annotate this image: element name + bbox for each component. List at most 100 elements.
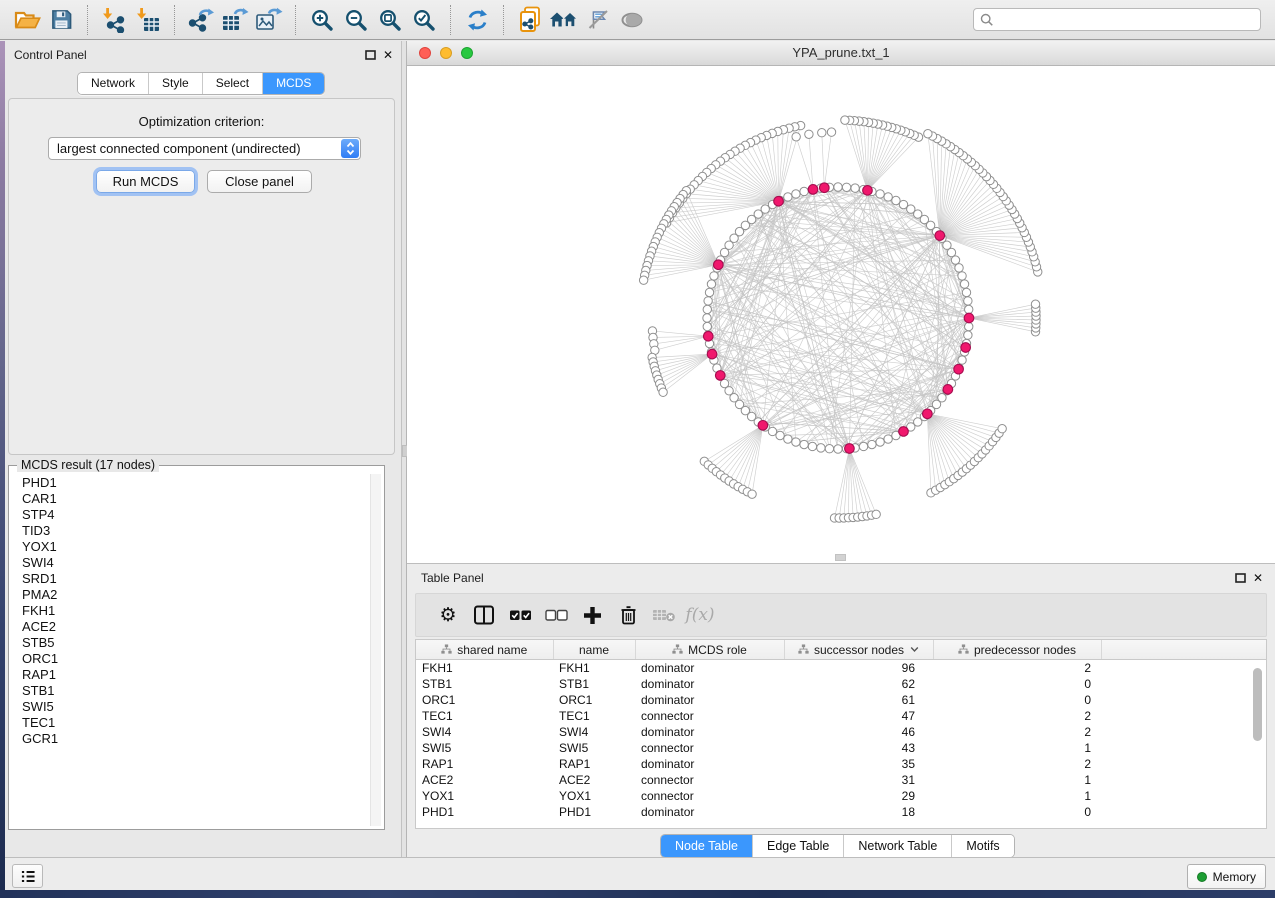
tab-edge-table[interactable]: Edge Table [753,835,844,857]
mcds-result-item[interactable]: STB5 [22,635,370,651]
save-icon[interactable] [44,4,78,36]
table-row[interactable]: TEC1TEC1connector472 [416,708,1267,724]
network-window-titlebar[interactable]: YPA_prune.txt_1 [407,41,1275,66]
settings-icon[interactable]: ⚙ [430,597,466,633]
zoom-selected-icon[interactable] [407,4,441,36]
tab-network-table[interactable]: Network Table [844,835,952,857]
show-hidden-icon[interactable] [615,4,649,36]
mcds-result-item[interactable]: PHD1 [22,475,370,491]
network-snapshot-icon[interactable] [513,4,547,36]
table-cell: SWI5 [416,740,553,756]
list-icon [19,869,37,884]
column-header-predecessor-nodes[interactable]: predecessor nodes [933,640,1101,660]
table-cell: RAP1 [416,756,553,772]
refresh-icon[interactable] [460,4,494,36]
network-canvas[interactable] [407,66,1275,563]
task-history-button[interactable] [12,864,43,888]
mcds-result-item[interactable]: CAR1 [22,491,370,507]
tab-node-table[interactable]: Node Table [661,835,753,857]
toolbar-separator [87,5,88,35]
memory-label: Memory [1213,870,1256,884]
table-cell-filler [1101,660,1267,677]
deselect-all-icon[interactable] [538,597,574,633]
memory-button[interactable]: Memory [1187,864,1266,889]
search-box[interactable] [973,8,1261,31]
table-row[interactable]: ACE2ACE2connector311 [416,772,1267,788]
float-panel-button[interactable] [1233,571,1247,584]
tab-select[interactable]: Select [203,73,263,94]
mcds-result-item[interactable]: PMA2 [22,587,370,603]
export-network-icon[interactable] [184,4,218,36]
table-cell: 96 [784,660,933,677]
import-table-icon[interactable] [131,4,165,36]
tab-motifs[interactable]: Motifs [952,835,1013,857]
mcds-result-item[interactable]: FKH1 [22,603,370,619]
import-network-icon[interactable] [97,4,131,36]
split-columns-icon[interactable] [466,597,502,633]
criterion-select[interactable]: largest connected component (undirected) [48,137,361,160]
search-input[interactable] [999,12,1254,28]
column-header-shared-name[interactable]: shared name [416,640,553,660]
delete-column-icon[interactable] [610,597,646,633]
zoom-fit-icon[interactable] [373,4,407,36]
toolbar-separator [295,5,296,35]
select-all-icon[interactable] [502,597,538,633]
mcds-result-item[interactable]: TEC1 [22,715,370,731]
export-table-icon[interactable] [218,4,252,36]
table-row[interactable]: FKH1FKH1dominator962 [416,660,1267,677]
column-header-name[interactable]: name [553,640,635,660]
table-scrollbar-thumb[interactable] [1253,668,1262,741]
table-cell-filler [1101,740,1267,756]
zoom-in-icon[interactable] [305,4,339,36]
function-builder-icon[interactable]: f(x) [682,597,718,633]
float-panel-button[interactable] [363,48,377,61]
mcds-result-item[interactable]: RAP1 [22,667,370,683]
table-cell: ACE2 [416,772,553,788]
control-panel: Control Panel ✕ NetworkStyleSelectMCDS O… [5,41,401,857]
add-column-icon[interactable] [574,597,610,633]
export-image-icon[interactable] [252,4,286,36]
table-row[interactable]: SWI4SWI4dominator462 [416,724,1267,740]
delete-table-icon[interactable] [646,597,682,633]
mcds-result-item[interactable]: YOX1 [22,539,370,555]
control-panel-tabs: NetworkStyleSelectMCDS [77,72,325,95]
network-graph[interactable] [407,66,1275,563]
mcds-result-item[interactable]: TID3 [22,523,370,539]
table-row[interactable]: PHD1PHD1dominator180 [416,804,1267,820]
zoom-out-icon[interactable] [339,4,373,36]
table-cell: dominator [635,692,784,708]
mcds-result-item[interactable]: ACE2 [22,619,370,635]
table-cell: dominator [635,676,784,692]
table-row[interactable]: ORC1ORC1dominator610 [416,692,1267,708]
mcds-result-item[interactable]: GCR1 [22,731,370,747]
tab-style[interactable]: Style [149,73,203,94]
column-header-MCDS-role[interactable]: MCDS role [635,640,784,660]
mcds-result-item[interactable]: STB1 [22,683,370,699]
close-panel-button-mcds[interactable]: Close panel [207,170,312,193]
table-cell: dominator [635,724,784,740]
table-row[interactable]: STB1STB1dominator620 [416,676,1267,692]
mcds-list-scrollbar[interactable] [370,474,381,826]
run-mcds-button[interactable]: Run MCDS [96,170,195,193]
open-file-icon[interactable] [10,4,44,36]
table-scrollbar[interactable] [1253,663,1264,823]
hide-flagged-icon[interactable] [581,4,615,36]
table-cell: PHD1 [416,804,553,820]
table-row[interactable]: YOX1YOX1connector291 [416,788,1267,804]
table-row[interactable]: RAP1RAP1dominator352 [416,756,1267,772]
close-panel-button[interactable]: ✕ [381,48,395,61]
mcds-result-item[interactable]: SWI4 [22,555,370,571]
tab-mcds[interactable]: MCDS [263,73,324,94]
table-row[interactable]: SWI5SWI5connector431 [416,740,1267,756]
close-panel-button[interactable]: ✕ [1251,571,1265,584]
mcds-result-item[interactable]: ORC1 [22,651,370,667]
tab-network[interactable]: Network [78,73,149,94]
mcds-result-item[interactable]: STP4 [22,507,370,523]
table-cell: 62 [784,676,933,692]
canvas-splitter-grip[interactable] [835,554,846,561]
mcds-result-item[interactable]: SWI5 [22,699,370,715]
first-neighbors-icon[interactable] [547,4,581,36]
mcds-result-item[interactable]: SRD1 [22,571,370,587]
table-panel-tabs: Node TableEdge TableNetwork TableMotifs [660,834,1015,858]
column-header-successor-nodes[interactable]: successor nodes [784,640,933,660]
